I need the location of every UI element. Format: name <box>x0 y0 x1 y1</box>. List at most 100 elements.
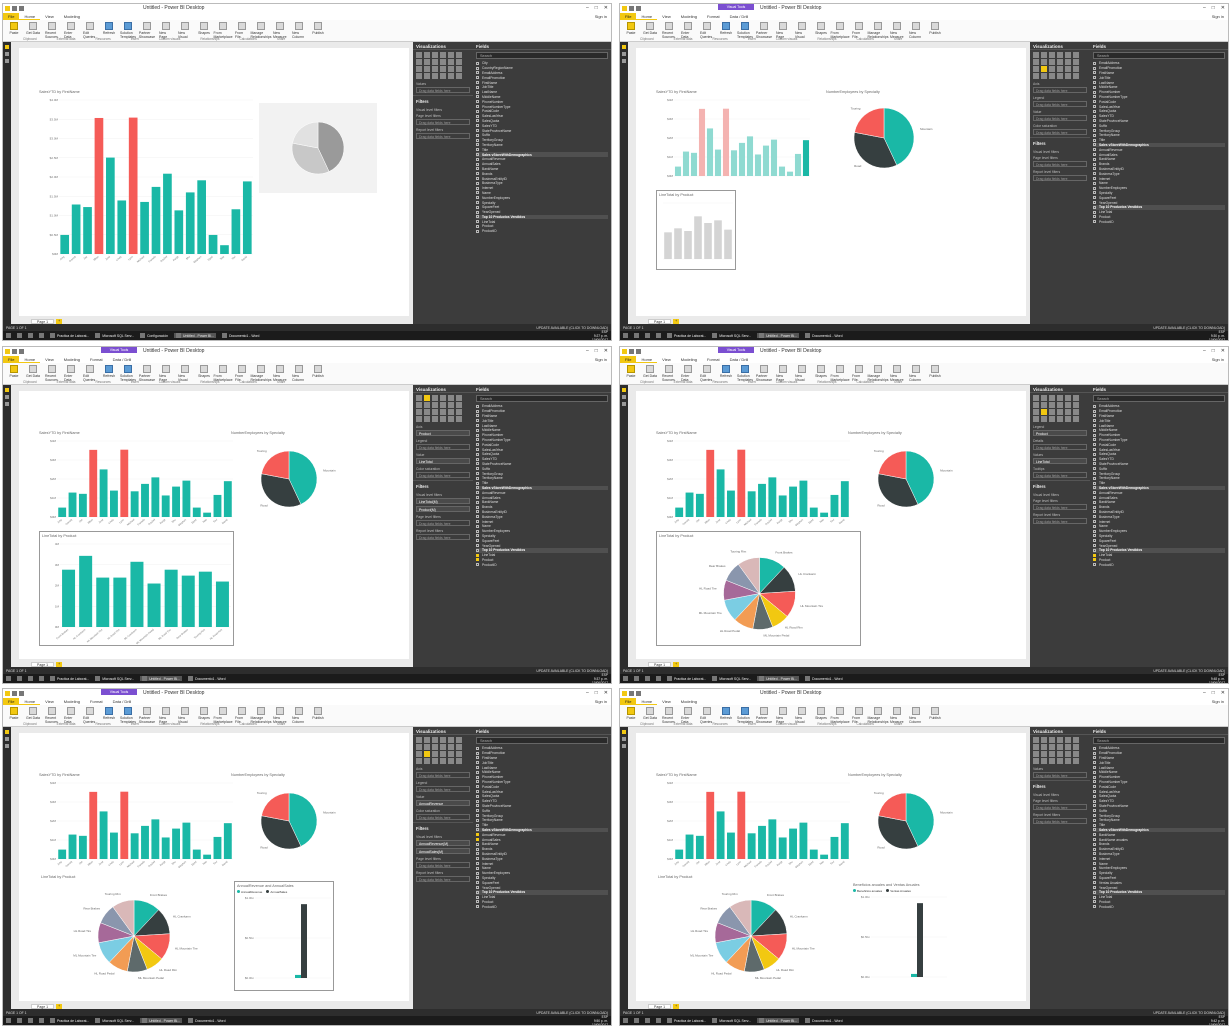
checkbox-icon[interactable] <box>476 124 479 128</box>
specialty-pie-chart[interactable]: NumberEmployees by Specialty Mountain Road… <box>846 429 966 529</box>
checkbox-icon[interactable] <box>476 881 479 885</box>
checkbox-icon[interactable] <box>476 215 479 219</box>
sales-bar-chart[interactable]: SalesYTD by FirstName $0M $0.5M $1.0M $1.5M $… <box>37 88 257 268</box>
save-icon[interactable] <box>629 6 634 11</box>
visual-type-icon[interactable] <box>416 52 422 58</box>
ribbon-button[interactable]: Publish <box>311 365 325 378</box>
checkbox-icon[interactable] <box>476 746 479 750</box>
ribbon-button[interactable]: Shapes <box>197 22 211 35</box>
checkbox-icon[interactable] <box>476 790 479 794</box>
field-well[interactable]: LineTotal <box>1033 458 1087 464</box>
visual-type-icon[interactable] <box>416 66 422 72</box>
report-page[interactable]: SalesYTD by FirstName $0M $1M $2M $3M $4M Amy G… <box>19 391 409 659</box>
visual-type-icon[interactable] <box>1041 73 1047 79</box>
add-page-button[interactable]: + <box>56 318 63 324</box>
visual-type-icon[interactable] <box>440 751 446 757</box>
taskbar-app[interactable]: Microsoft SQL Serv... <box>95 1018 134 1023</box>
taskbar-app[interactable]: Microsoft SQL Serv... <box>712 333 751 338</box>
field-well[interactable]: Drag data fields here <box>416 87 470 93</box>
data-view-icon[interactable] <box>5 737 9 741</box>
visual-type-icon[interactable] <box>1057 395 1063 401</box>
report-view-icon[interactable] <box>5 730 9 734</box>
checkbox-icon[interactable] <box>476 558 479 562</box>
visual-type-icon[interactable] <box>456 737 462 743</box>
checkbox-icon[interactable] <box>476 109 479 113</box>
visual-type-icon[interactable] <box>1049 52 1055 58</box>
checkbox-icon[interactable] <box>1093 823 1096 827</box>
field-well[interactable]: Drag data fields here <box>416 472 470 478</box>
ribbon-tab[interactable]: Data / Drill <box>725 357 754 362</box>
visual-type-icon[interactable] <box>1073 73 1079 79</box>
checkbox-icon[interactable] <box>476 433 479 437</box>
fields-search-input[interactable]: Search <box>1093 52 1225 59</box>
taskbar-app[interactable]: Untitled - Power BI... <box>140 676 183 681</box>
ribbon-button[interactable]: Refresh <box>102 365 116 378</box>
taskbar-app[interactable]: Documento1 - Word <box>805 676 842 681</box>
checkbox-icon[interactable] <box>1093 905 1096 909</box>
checkbox-icon[interactable] <box>1093 220 1096 224</box>
visual-type-icon[interactable] <box>456 402 462 408</box>
taskbar-app[interactable]: Microsoft SQL Serv... <box>95 333 134 338</box>
checkbox-icon[interactable] <box>476 496 479 500</box>
visual-type-icon[interactable] <box>424 73 430 79</box>
revenue-sales-chart[interactable]: Beneficios anuales and Ventas Anuales Ben… <box>851 881 951 991</box>
specialty-pie-chart[interactable]: NumberEmployees by Specialty Mountain Road… <box>846 771 966 871</box>
checkbox-icon[interactable] <box>476 529 479 533</box>
taskbar-app[interactable]: Documento1 - Word <box>805 333 842 338</box>
visual-type-icon[interactable] <box>1073 758 1079 764</box>
checkbox-icon[interactable] <box>476 66 479 70</box>
visual-type-icon[interactable] <box>448 737 454 743</box>
folder-icon[interactable] <box>39 1018 44 1023</box>
ribbon-tab[interactable]: File <box>620 13 637 20</box>
checkbox-icon[interactable] <box>476 905 479 909</box>
visual-type-icon[interactable] <box>1073 409 1079 415</box>
checkbox-icon[interactable] <box>1093 756 1096 760</box>
visual-type-icon[interactable] <box>1057 52 1063 58</box>
data-view-icon[interactable] <box>622 395 626 399</box>
checkbox-icon[interactable] <box>476 476 479 480</box>
visual-type-icon[interactable] <box>456 758 462 764</box>
relationships-view-icon[interactable] <box>5 402 9 406</box>
fields-search-input[interactable]: Search <box>476 737 608 744</box>
visual-type-icon[interactable] <box>424 66 430 72</box>
checkbox-icon[interactable] <box>1093 534 1096 538</box>
visual-type-icon[interactable] <box>1049 395 1055 401</box>
checkbox-icon[interactable] <box>476 462 479 466</box>
checkbox-icon[interactable] <box>476 196 479 200</box>
visual-type-icon[interactable] <box>1073 52 1079 58</box>
checkbox-icon[interactable] <box>1093 544 1096 547</box>
page-filter-well[interactable]: Drag data fields here <box>1033 804 1087 810</box>
checkbox-icon[interactable] <box>476 172 479 176</box>
checkbox-icon[interactable] <box>476 177 479 181</box>
visual-type-icon[interactable] <box>1057 737 1063 743</box>
checkbox-icon[interactable] <box>1093 138 1096 142</box>
ribbon-tab[interactable]: File <box>3 698 20 705</box>
checkbox-icon[interactable] <box>476 148 479 152</box>
revenue-sales-chart[interactable]: AnnualRevenue and AnnualSales AnnualReven… <box>234 881 334 991</box>
checkbox-icon[interactable] <box>1093 167 1096 171</box>
checkbox-icon[interactable] <box>1093 196 1096 200</box>
ribbon-tab[interactable]: Modeling <box>676 14 702 19</box>
checkbox-icon[interactable] <box>476 857 479 861</box>
ribbon-tab[interactable]: Home <box>19 357 41 363</box>
checkbox-icon[interactable] <box>476 205 479 209</box>
checkbox-icon[interactable] <box>1093 133 1096 137</box>
field-well[interactable]: Drag data fields here <box>416 444 470 450</box>
checkbox-icon[interactable] <box>476 129 479 133</box>
specialty-pie-chart[interactable]: NumberEmployees by Specialty Mountain Road… <box>824 88 944 188</box>
checkbox-icon[interactable] <box>476 828 479 832</box>
visual-type-icon[interactable] <box>440 758 446 764</box>
checkbox-icon[interactable] <box>1093 770 1096 774</box>
windows-start-icon[interactable] <box>6 1018 11 1023</box>
visual-type-icon[interactable] <box>1041 52 1047 58</box>
field-well[interactable]: Drag data fields here <box>1033 772 1087 778</box>
filter-card[interactable]: AnnualSales(M) <box>416 848 470 854</box>
checkbox-icon[interactable] <box>1093 900 1096 904</box>
checkbox-icon[interactable] <box>476 186 479 190</box>
checkbox-icon[interactable] <box>1093 457 1096 461</box>
ribbon-button[interactable]: Refresh <box>719 707 733 720</box>
checkbox-icon[interactable] <box>1093 857 1096 861</box>
close-icon[interactable]: ✕ <box>604 348 608 354</box>
product-bar-chart[interactable]: LineTotal by Product 0M 1M 2M 3M 4M Front Brak… <box>39 531 234 646</box>
checkbox-icon[interactable] <box>1093 124 1096 128</box>
